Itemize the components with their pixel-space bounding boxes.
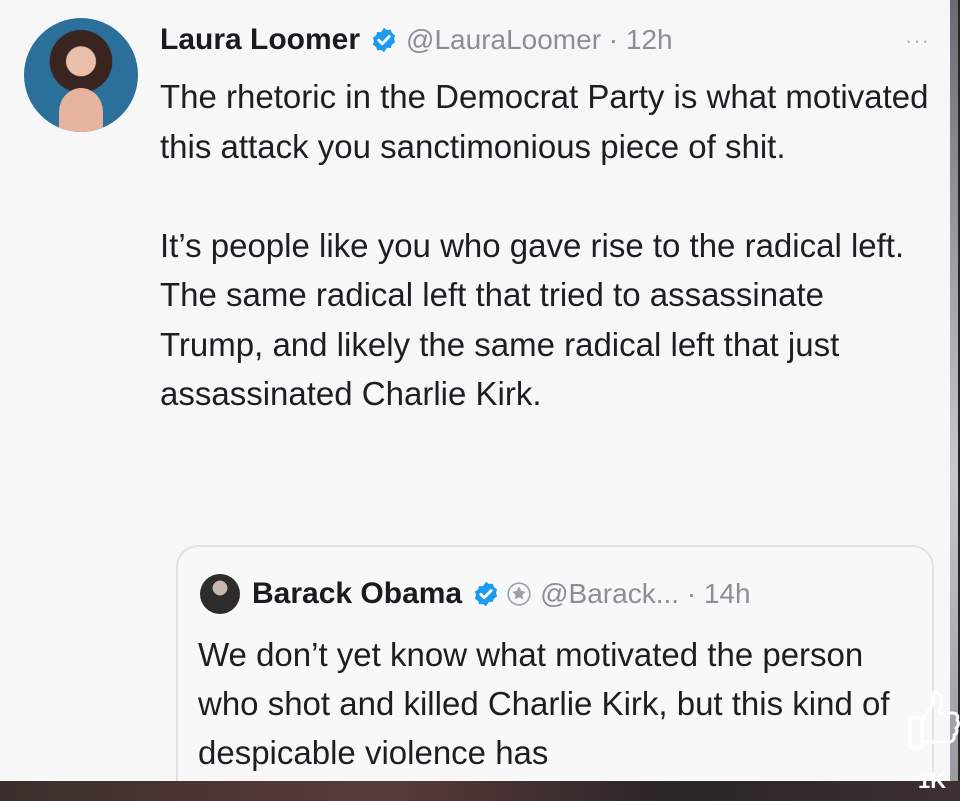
tweet-card: Laura Loomer @LauraLoomer · 12h ··· The … — [0, 0, 958, 781]
tweet-paragraph: The rhetoric in the Democrat Party is wh… — [160, 78, 929, 165]
quoted-tweet-header: Barack Obama @Barack... · 14h — [200, 572, 751, 616]
author-avatar[interactable] — [24, 18, 138, 132]
tweet-paragraph: It’s people like you who gave rise to th… — [160, 226, 905, 413]
author-handle-timestamp[interactable]: @LauraLoomer · 12h — [406, 24, 673, 56]
verified-badge-icon — [475, 581, 498, 607]
government-seal-icon — [507, 582, 531, 606]
quoted-author-avatar[interactable] — [200, 574, 240, 614]
tweet-body: The rhetoric in the Democrat Party is wh… — [160, 72, 930, 419]
verified-badge-icon — [372, 27, 396, 53]
quoted-tweet[interactable]: Barack Obama @Barack... · 14h We don’t y… — [176, 545, 934, 781]
author-name[interactable]: Laura Loomer — [160, 23, 360, 57]
edge-divider — [950, 0, 958, 781]
more-options-icon[interactable]: ··· — [905, 28, 930, 54]
video-background-strip — [0, 781, 960, 801]
quoted-tweet-text: We don’t yet know what motivated the per… — [198, 636, 890, 771]
quoted-handle-timestamp[interactable]: @Barack... · 14h — [540, 578, 751, 610]
quoted-author-name[interactable]: Barack Obama — [252, 577, 462, 611]
like-count: 1K — [918, 768, 947, 793]
thumbs-up-icon[interactable] — [902, 684, 960, 754]
tweet-header: Laura Loomer @LauraLoomer · 12h — [160, 18, 673, 62]
